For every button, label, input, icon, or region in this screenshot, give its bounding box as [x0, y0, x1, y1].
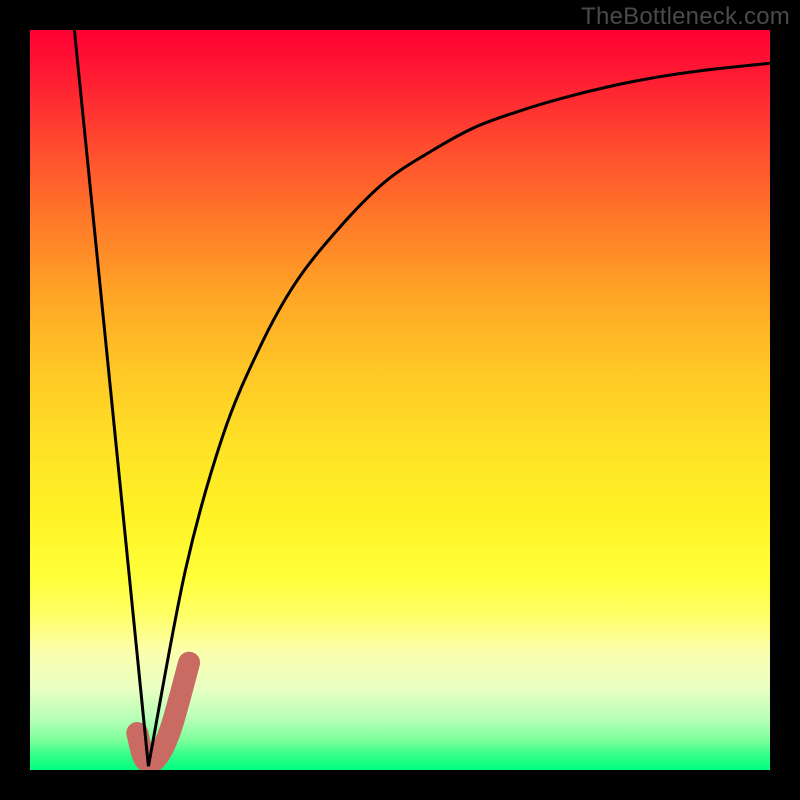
plot-area [30, 30, 770, 770]
chart-frame: TheBottleneck.com [0, 0, 800, 800]
right-branch-curve [148, 63, 770, 766]
watermark-text: TheBottleneck.com [581, 3, 790, 31]
left-branch-line [74, 30, 148, 766]
chart-lines-svg [30, 30, 770, 770]
